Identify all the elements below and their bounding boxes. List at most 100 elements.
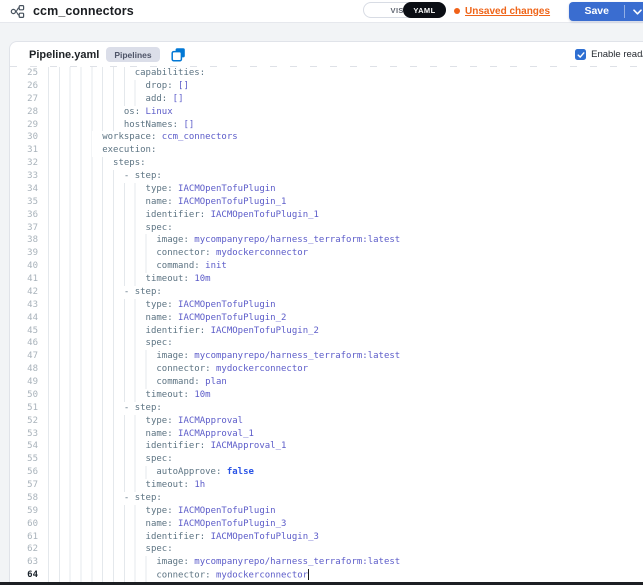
code-line[interactable]: 44 name: IACMOpenTofuPlugin_2 bbox=[10, 312, 643, 325]
code-line[interactable]: 39 connector: mydockerconnector bbox=[10, 247, 643, 260]
code-line[interactable]: 48 connector: mydockerconnector bbox=[10, 363, 643, 376]
code-text[interactable]: type: IACMOpenTofuPlugin bbox=[48, 505, 276, 518]
code-text[interactable]: command: init bbox=[48, 260, 227, 273]
code-line[interactable]: 53 name: IACMApproval_1 bbox=[10, 428, 643, 441]
code-line[interactable]: 54 identifier: IACMApproval_1 bbox=[10, 440, 643, 453]
code-text[interactable]: hostNames: [] bbox=[48, 119, 194, 132]
code-line[interactable]: 60 name: IACMOpenTofuPlugin_3 bbox=[10, 518, 643, 531]
unsaved-changes-link[interactable]: Unsaved changes bbox=[465, 6, 550, 17]
code-text[interactable]: type: IACMOpenTofuPlugin bbox=[48, 183, 276, 196]
code-text[interactable]: identifier: IACMOpenTofuPlugin_3 bbox=[48, 531, 319, 544]
code-text[interactable]: timeout: 10m bbox=[48, 273, 211, 286]
code-line[interactable]: 62 spec: bbox=[10, 543, 643, 556]
code-line[interactable]: 41 timeout: 10m bbox=[10, 273, 643, 286]
code-line[interactable]: 25 capabilities: bbox=[10, 67, 643, 80]
text-cursor bbox=[308, 569, 309, 580]
code-text[interactable]: type: IACMApproval bbox=[48, 415, 243, 428]
line-number: 26 bbox=[10, 80, 38, 93]
code-line[interactable]: 38 image: mycompanyrepo/harness_terrafor… bbox=[10, 234, 643, 247]
file-name-label: Pipeline.yaml bbox=[29, 49, 99, 61]
code-text[interactable]: timeout: 10m bbox=[48, 389, 211, 402]
code-text[interactable]: autoApprove: false bbox=[48, 466, 254, 479]
code-line[interactable]: 32 steps: bbox=[10, 157, 643, 170]
code-line[interactable]: 27 add: [] bbox=[10, 93, 643, 106]
code-line[interactable]: 28 os: Linux bbox=[10, 106, 643, 119]
line-number: 58 bbox=[10, 492, 38, 505]
code-line[interactable]: 49 command: plan bbox=[10, 376, 643, 389]
code-text[interactable]: identifier: IACMApproval_1 bbox=[48, 440, 286, 453]
code-text[interactable]: name: IACMOpenTofuPlugin_3 bbox=[48, 518, 286, 531]
code-text[interactable]: image: mycompanyrepo/harness_terraform:l… bbox=[48, 234, 400, 247]
code-line[interactable]: 63 image: mycompanyrepo/harness_terrafor… bbox=[10, 556, 643, 569]
save-button[interactable]: Save bbox=[569, 2, 624, 21]
code-line[interactable]: 43 type: IACMOpenTofuPlugin bbox=[10, 299, 643, 312]
code-text[interactable]: - step: bbox=[48, 492, 162, 505]
code-text[interactable]: identifier: IACMOpenTofuPlugin_2 bbox=[48, 325, 319, 338]
code-line[interactable]: 36 identifier: IACMOpenTofuPlugin_1 bbox=[10, 209, 643, 222]
pipeline-studio-header: ccm_connectors VISUAL YAML Unsaved chang… bbox=[0, 0, 643, 23]
code-text[interactable]: type: IACMOpenTofuPlugin bbox=[48, 299, 276, 312]
code-text[interactable]: - step: bbox=[48, 286, 162, 299]
code-line[interactable]: 56 autoApprove: false bbox=[10, 466, 643, 479]
code-text[interactable]: steps: bbox=[48, 157, 146, 170]
line-number: 61 bbox=[10, 531, 38, 544]
code-line[interactable]: 47 image: mycompanyrepo/harness_terrafor… bbox=[10, 350, 643, 363]
code-text[interactable]: execution: bbox=[48, 144, 156, 157]
code-line[interactable]: 50 timeout: 10m bbox=[10, 389, 643, 402]
code-text[interactable]: connector: mydockerconnector bbox=[48, 363, 308, 376]
code-text[interactable]: identifier: IACMOpenTofuPlugin_1 bbox=[48, 209, 319, 222]
code-text[interactable]: drop: [] bbox=[48, 80, 189, 93]
code-text[interactable]: os: Linux bbox=[48, 106, 173, 119]
code-text[interactable]: connector: mydockerconnector bbox=[48, 247, 308, 260]
code-line[interactable]: 59 type: IACMOpenTofuPlugin bbox=[10, 505, 643, 518]
code-line[interactable]: 33 - step: bbox=[10, 170, 643, 183]
code-text[interactable]: name: IACMOpenTofuPlugin_2 bbox=[48, 312, 286, 325]
code-line[interactable]: 26 drop: [] bbox=[10, 80, 643, 93]
code-line[interactable]: 58 - step: bbox=[10, 492, 643, 505]
line-number: 32 bbox=[10, 157, 38, 170]
code-text[interactable]: - step: bbox=[48, 170, 162, 183]
code-area[interactable]: 25 capabilities:26 drop: []27 add: []28 … bbox=[10, 67, 643, 582]
pipeline-name-title: ccm_connectors bbox=[33, 4, 134, 18]
code-text[interactable]: spec: bbox=[48, 222, 173, 235]
code-line[interactable]: 34 type: IACMOpenTofuPlugin bbox=[10, 183, 643, 196]
code-line[interactable]: 52 type: IACMApproval bbox=[10, 415, 643, 428]
toggle-yaml-option[interactable]: YAML bbox=[403, 2, 446, 18]
code-text[interactable]: name: IACMApproval_1 bbox=[48, 428, 254, 441]
line-number: 42 bbox=[10, 286, 38, 299]
code-text[interactable]: image: mycompanyrepo/harness_terraform:l… bbox=[48, 556, 400, 569]
code-line[interactable]: 45 identifier: IACMOpenTofuPlugin_2 bbox=[10, 325, 643, 338]
code-text[interactable]: connector: mydockerconnector bbox=[48, 569, 309, 582]
code-text[interactable]: command: plan bbox=[48, 376, 227, 389]
code-text[interactable]: timeout: 1h bbox=[48, 479, 205, 492]
code-text[interactable]: spec: bbox=[48, 337, 173, 350]
code-line[interactable]: 37 spec: bbox=[10, 222, 643, 235]
code-line[interactable]: 29 hostNames: [] bbox=[10, 119, 643, 132]
code-line[interactable]: 57 timeout: 1h bbox=[10, 479, 643, 492]
code-line[interactable]: 35 name: IACMOpenTofuPlugin_1 bbox=[10, 196, 643, 209]
code-text[interactable]: - step: bbox=[48, 402, 162, 415]
code-text[interactable]: spec: bbox=[48, 543, 173, 556]
code-text[interactable]: add: [] bbox=[48, 93, 184, 106]
code-line[interactable]: 51 - step: bbox=[10, 402, 643, 415]
save-options-button[interactable] bbox=[625, 2, 643, 21]
code-line[interactable]: 55 spec: bbox=[10, 453, 643, 466]
code-line[interactable]: 46 spec: bbox=[10, 337, 643, 350]
enable-read-checkbox[interactable] bbox=[575, 49, 586, 60]
code-text[interactable]: workspace: ccm_connectors bbox=[48, 131, 238, 144]
line-number: 44 bbox=[10, 312, 38, 325]
copy-icon[interactable] bbox=[171, 47, 186, 62]
code-text[interactable]: spec: bbox=[48, 453, 173, 466]
code-text[interactable]: image: mycompanyrepo/harness_terraform:l… bbox=[48, 350, 400, 363]
code-text[interactable]: capabilities: bbox=[48, 67, 205, 80]
code-line[interactable]: 40 command: init bbox=[10, 260, 643, 273]
code-line[interactable]: 42 - step: bbox=[10, 286, 643, 299]
code-line[interactable]: 31 execution: bbox=[10, 144, 643, 157]
line-number: 29 bbox=[10, 119, 38, 132]
code-line[interactable]: 64 connector: mydockerconnector bbox=[10, 569, 643, 582]
visual-yaml-toggle[interactable]: VISUAL YAML bbox=[363, 2, 446, 18]
chevron-down-icon bbox=[633, 9, 642, 15]
code-text[interactable]: name: IACMOpenTofuPlugin_1 bbox=[48, 196, 286, 209]
code-line[interactable]: 61 identifier: IACMOpenTofuPlugin_3 bbox=[10, 531, 643, 544]
code-line[interactable]: 30 workspace: ccm_connectors bbox=[10, 131, 643, 144]
